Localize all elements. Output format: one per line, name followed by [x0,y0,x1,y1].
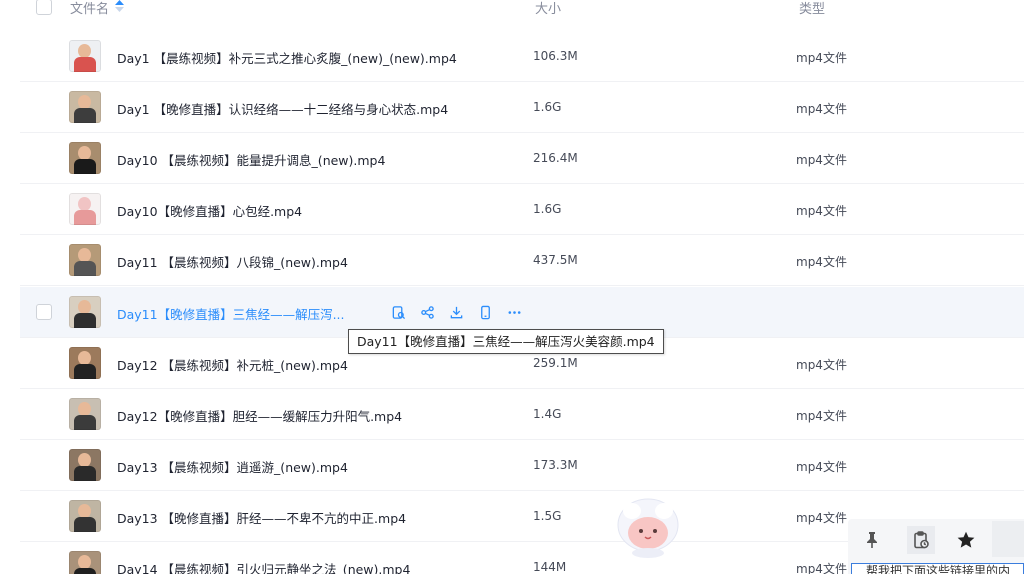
row-checkbox[interactable] [36,304,52,320]
file-name[interactable]: Day13 【晚修直播】肝经——不卑不亢的中正.mp4 [117,508,406,527]
file-type: mp4文件 [796,409,847,423]
video-thumbnail [69,40,101,72]
video-thumbnail [69,398,101,430]
file-size: 144M [533,560,567,574]
video-thumbnail [69,142,101,174]
file-size: 437.5M [533,253,578,267]
assistant-mascot-icon[interactable] [612,497,684,559]
file-name[interactable]: Day14 【晨练视频】引火归元静坐之法_(new).mp4 [117,559,410,574]
file-size: 1.4G [533,407,562,421]
file-type: mp4文件 [796,102,847,116]
share-icon[interactable] [417,303,437,321]
file-name[interactable]: Day12【晚修直播】胆经——缓解压力升阳气.mp4 [117,406,402,425]
file-size: 259.1M [533,356,578,370]
row-actions [388,303,524,321]
toolbar-extra-button[interactable] [992,521,1024,557]
file-type: mp4文件 [796,562,847,574]
video-thumbnail [69,500,101,532]
column-header-type[interactable]: 类型 [799,0,825,17]
file-name[interactable]: Day1 【晨练视频】补元三式之推心炙腹_(new)_(new).mp4 [117,48,457,67]
video-thumbnail [69,449,101,481]
file-row[interactable]: Day1 【晨练视频】补元三式之推心炙腹_(new)_(new).mp4 106… [20,31,1024,82]
sort-arrow-icon[interactable] [115,0,124,12]
file-type: mp4文件 [796,153,847,167]
chat-input-field[interactable]: 帮我把下面这些链接里的内 [851,563,1024,574]
clipboard-clock-icon[interactable] [907,526,935,554]
file-size: 216.4M [533,151,578,165]
video-thumbnail [69,193,101,225]
file-row[interactable]: Day10【晚修直播】心包经.mp4 1.6G mp4文件 [20,184,1024,235]
select-all-checkbox[interactable] [36,0,52,15]
more-icon[interactable] [504,303,524,321]
file-size: 173.3M [533,458,578,472]
column-header-size[interactable]: 大小 [535,0,561,17]
video-thumbnail [69,347,101,379]
file-name[interactable]: Day10 【晨练视频】能量提升调息_(new).mp4 [117,150,385,169]
file-row[interactable]: Day1 【晚修直播】认识经络——十二经络与身心状态.mp4 1.6G mp4文… [20,82,1024,133]
preview-icon[interactable] [388,303,408,321]
file-name[interactable]: Day13 【晨练视频】逍遥游_(new).mp4 [117,457,348,476]
column-header-name[interactable]: 文件名 [70,0,109,17]
download-icon[interactable] [446,303,466,321]
pin-icon[interactable] [858,526,886,554]
file-type: mp4文件 [796,511,847,525]
file-type: mp4文件 [796,255,847,269]
file-name[interactable]: Day12 【晨练视频】补元桩_(new).mp4 [117,355,348,374]
video-thumbnail [69,551,101,574]
file-name[interactable]: Day1 【晚修直播】认识经络——十二经络与身心状态.mp4 [117,99,448,118]
phone-icon[interactable] [475,303,495,321]
file-size: 1.6G [533,100,562,114]
file-name[interactable]: Day11 【晨练视频】八段锦_(new).mp4 [117,252,348,271]
file-name[interactable]: Day11【晚修直播】三焦经——解压泻... [117,304,345,323]
file-list-header: 文件名 大小 类型 [0,0,1024,20]
file-size: 106.3M [533,49,578,63]
file-type: mp4文件 [796,358,847,372]
file-row[interactable]: Day12【晚修直播】胆经——缓解压力升阳气.mp4 1.4G mp4文件 [20,389,1024,440]
file-row[interactable]: Day11 【晨练视频】八段锦_(new).mp4 437.5M mp4文件 [20,235,1024,286]
file-type: mp4文件 [796,51,847,65]
file-size: 1.5G [533,509,562,523]
video-thumbnail [69,296,101,328]
chat-input-text: 帮我把下面这些链接里的内 [866,564,1011,574]
video-thumbnail [69,244,101,276]
video-thumbnail [69,91,101,123]
file-row[interactable]: Day13 【晨练视频】逍遥游_(new).mp4 173.3M mp4文件 [20,440,1024,491]
star-icon[interactable] [952,526,980,554]
file-size: 1.6G [533,202,562,216]
file-type: mp4文件 [796,204,847,218]
filename-tooltip: Day11【晚修直播】三焦经——解压泻火美容颜.mp4 [348,329,664,354]
file-type: mp4文件 [796,460,847,474]
file-row[interactable]: Day10 【晨练视频】能量提升调息_(new).mp4 216.4M mp4文… [20,133,1024,184]
file-name[interactable]: Day10【晚修直播】心包经.mp4 [117,201,302,220]
